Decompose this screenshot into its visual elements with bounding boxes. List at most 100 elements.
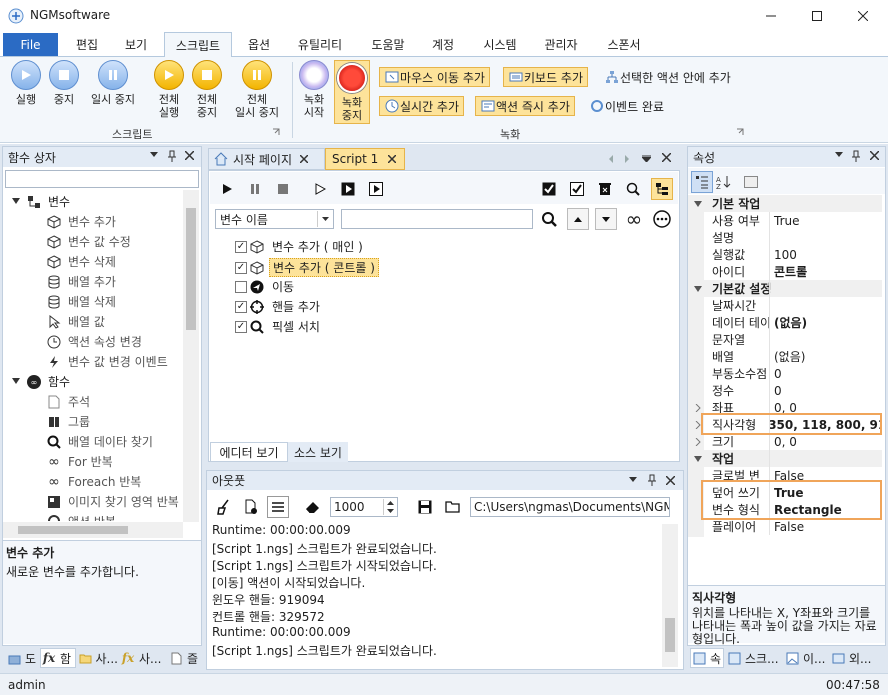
tree-node-variables[interactable]: 변수 <box>12 193 70 210</box>
action-row[interactable]: ✓ 변수 추가 ( 매인 ) <box>235 238 363 255</box>
prop-row[interactable]: 배열 (없음) <box>692 348 882 365</box>
action-checkbox[interactable]: ✓ <box>235 320 247 333</box>
event-complete-button[interactable]: 이벤트 완료 <box>585 96 668 116</box>
tab-editor-view[interactable]: 에디터 보기 <box>210 442 288 462</box>
tree-item-delete-variable[interactable]: 변수 삭제 <box>46 253 116 270</box>
close-icon[interactable] <box>666 476 675 485</box>
bottom-tab-external[interactable]: 외... <box>830 648 880 668</box>
action-checkbox[interactable]: ✓ <box>235 300 247 313</box>
prop-row[interactable]: 아이디 콘트롤 <box>692 263 882 280</box>
add-inside-selected-button[interactable]: 선택한 액션 안에 추가 <box>600 67 735 87</box>
tab-account[interactable]: 계정 <box>420 32 466 57</box>
tree-item-variable-change-event[interactable]: 변수 값 변경 이벤트 <box>46 353 168 370</box>
panel-menu-icon[interactable] <box>835 152 843 158</box>
tree-item-add-array[interactable]: 배열 추가 <box>46 273 116 290</box>
eraser-icon[interactable] <box>302 496 324 518</box>
collapse-icon[interactable] <box>694 285 702 293</box>
function-search-input[interactable] <box>5 170 199 188</box>
action-row-selected[interactable]: ✓ 변수 추가 ( 콘트롤 ) <box>235 258 379 277</box>
check-all-icon[interactable] <box>538 178 560 200</box>
play-button[interactable] <box>216 178 238 200</box>
pin-icon[interactable] <box>851 150 861 162</box>
stop-all-button[interactable]: 전체 중지 <box>191 60 223 119</box>
check-icon[interactable] <box>566 178 588 200</box>
bottom-tab-images[interactable]: 이... <box>784 648 826 668</box>
prop-row[interactable]: 정수 0 <box>692 382 882 399</box>
close-icon[interactable] <box>185 151 194 160</box>
prop-category-work[interactable]: 작업 <box>692 450 882 467</box>
add-realtime-button[interactable]: 실시간 추가 <box>379 96 465 116</box>
action-row[interactable]: 이동 <box>235 278 294 295</box>
find-icon[interactable] <box>538 208 560 230</box>
close-icon[interactable] <box>870 151 879 160</box>
scrollbar-thumb[interactable] <box>186 208 196 330</box>
prop-row-size[interactable]: 크기 0, 0 <box>692 433 882 450</box>
property-pages-icon[interactable] <box>740 171 762 193</box>
tab-file[interactable]: File <box>3 33 58 56</box>
action-row[interactable]: ✓ 픽셀 서치 <box>235 318 320 335</box>
expand-icon[interactable] <box>695 438 701 446</box>
save-icon[interactable] <box>414 496 436 518</box>
tab-admin[interactable]: 관리자 <box>534 32 588 57</box>
spinner-arrows-icon[interactable] <box>383 499 396 515</box>
panel-menu-icon[interactable] <box>150 152 158 158</box>
tree-item-delete-array[interactable]: 배열 삭제 <box>46 293 116 310</box>
list-icon[interactable] <box>267 496 289 518</box>
pin-icon[interactable] <box>647 474 657 486</box>
tab-view[interactable]: 보기 <box>112 32 160 57</box>
prop-row[interactable]: 실행값 100 <box>692 246 882 263</box>
dialog-launcher-icon[interactable] <box>272 128 280 136</box>
tab-script[interactable]: 스크립트 <box>164 32 232 57</box>
prop-category-defaults[interactable]: 기본값 설정 <box>692 280 882 297</box>
variable-name-select[interactable]: 변수 이름 <box>215 209 334 229</box>
pause-button[interactable] <box>244 178 266 200</box>
panel-menu-icon[interactable] <box>629 477 637 483</box>
record-start-button[interactable]: 녹화 시작 <box>298 60 330 119</box>
collapse-icon[interactable] <box>694 200 702 208</box>
collapse-icon[interactable] <box>694 455 702 463</box>
scrollbar-thumb[interactable] <box>665 618 675 652</box>
tab-sponsor[interactable]: 스폰서 <box>596 32 652 57</box>
tab-edit[interactable]: 편집 <box>62 32 112 57</box>
run-from-icon[interactable] <box>365 178 387 200</box>
tab-list-icon[interactable] <box>642 155 651 162</box>
prop-row[interactable]: 문자열 <box>692 331 882 348</box>
tab-source-view[interactable]: 소스 보기 <box>288 442 348 462</box>
prop-row[interactable]: 부동소수점 0 <box>692 365 882 382</box>
tree-view-toggle[interactable] <box>651 178 673 200</box>
tab-help[interactable]: 도움말 <box>360 32 416 57</box>
run-button[interactable]: 실행 <box>10 60 42 106</box>
tree-item-image-area-loop[interactable]: 이미지 찾기 영역 반복 <box>46 493 179 510</box>
close-tab-icon[interactable] <box>300 155 309 163</box>
close-document-icon[interactable] <box>662 153 671 162</box>
maximize-button[interactable] <box>794 0 840 32</box>
tab-start-page[interactable]: 시작 페이지 <box>208 148 325 170</box>
tree-item-foreach-loop[interactable]: ∞ Foreach 반복 <box>46 473 141 490</box>
run-selected-icon[interactable] <box>337 178 359 200</box>
run-all-button[interactable]: 전체 실행 <box>153 60 185 119</box>
prop-row[interactable]: 설명 <box>692 229 882 246</box>
stop-button[interactable] <box>272 178 294 200</box>
add-action-now-button[interactable]: 액션 즉시 추가 <box>475 96 575 116</box>
tree-item-array-value[interactable]: 배열 값 <box>46 313 105 330</box>
tree-item-modify-variable[interactable]: 변수 값 수정 <box>46 233 131 250</box>
tab-scroll-right-icon[interactable] <box>624 155 630 163</box>
hscrollbar-thumb[interactable] <box>18 526 128 534</box>
broom-icon[interactable] <box>213 496 235 518</box>
prop-row[interactable]: 플레이어 False <box>692 518 882 535</box>
search-icon[interactable] <box>622 178 644 200</box>
tab-utility[interactable]: 유틸리티 <box>288 32 352 57</box>
tab-scroll-left-icon[interactable] <box>608 155 614 163</box>
tree-item-for-loop[interactable]: ∞ For 반복 <box>46 453 112 470</box>
record-stop-button[interactable]: 녹화 중지 <box>334 60 370 124</box>
close-window-button[interactable] <box>840 0 886 32</box>
variable-search-input[interactable] <box>341 209 533 229</box>
tree-item-comment[interactable]: 주석 <box>46 393 90 410</box>
bottom-tab-scripts[interactable]: 스크... <box>726 648 782 668</box>
interval-spinner[interactable]: 1000 <box>330 497 398 517</box>
prop-row[interactable]: 사용 여부 True <box>692 212 882 229</box>
delete-icon[interactable] <box>594 178 616 200</box>
output-path-field[interactable]: C:\Users\ngmas\Documents\NGM6\ <box>470 497 670 517</box>
add-keyboard-button[interactable]: 키보드 추가 <box>503 67 589 87</box>
tree-item-action-loop[interactable]: 액션 반복 <box>46 513 116 521</box>
